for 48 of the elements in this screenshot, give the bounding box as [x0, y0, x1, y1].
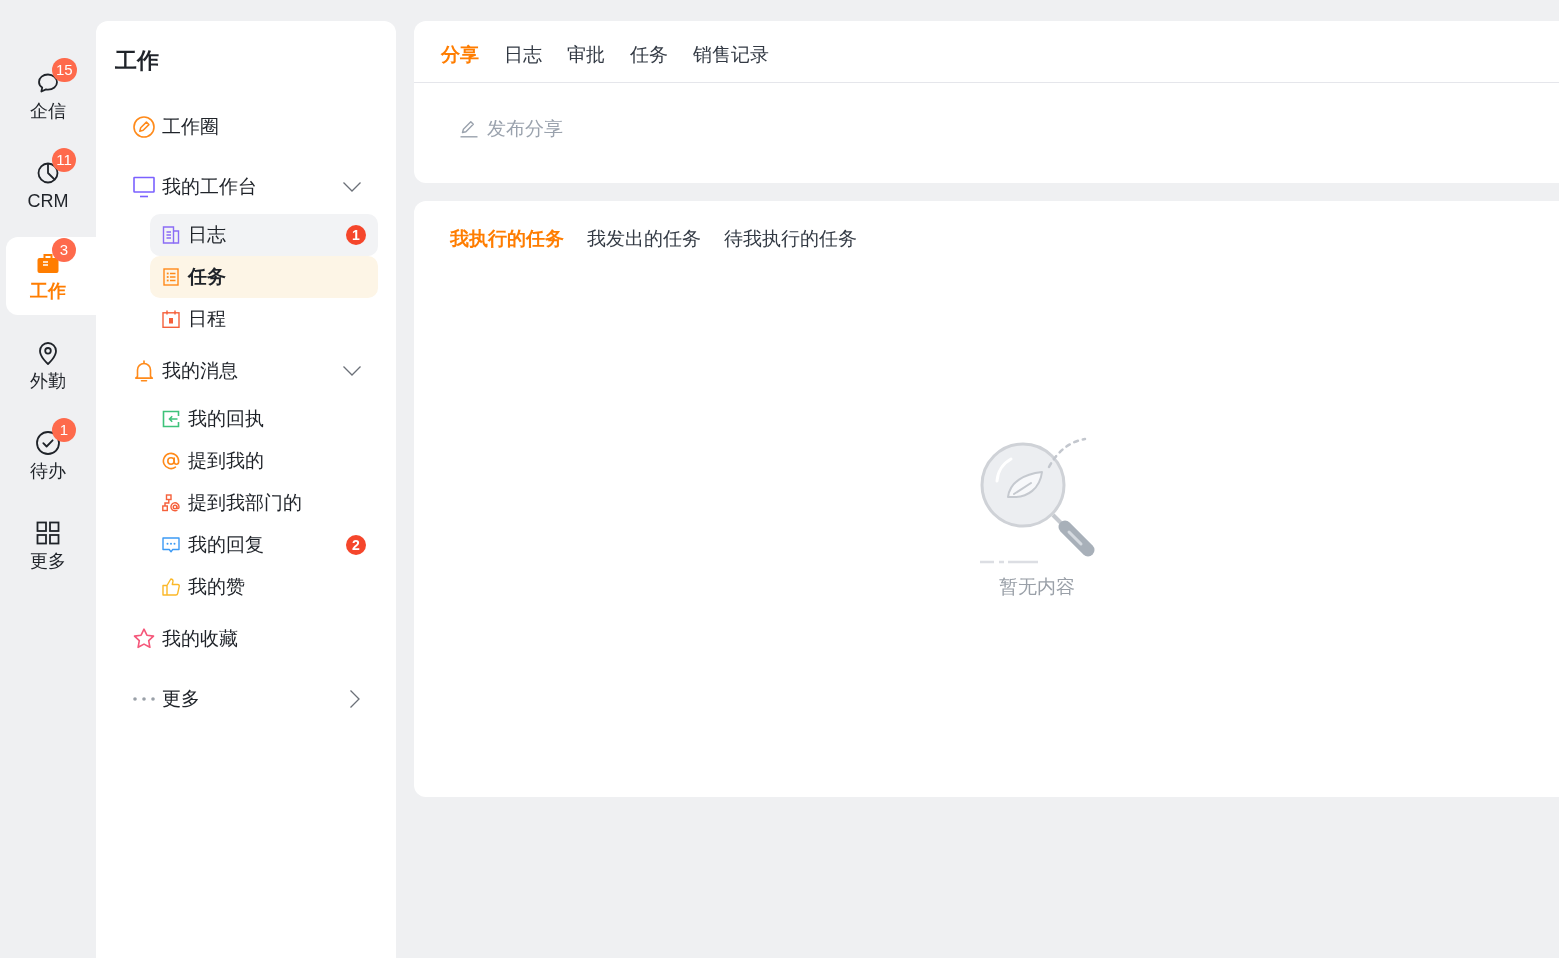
- count-badge: 1: [346, 225, 366, 245]
- more-dots-icon: [133, 697, 155, 701]
- sidebar-title: 工作: [115, 47, 160, 75]
- return-arrow-icon: [162, 410, 180, 428]
- sidebar-subitem[interactable]: 提到我部门的: [150, 482, 378, 524]
- calendar-icon: [162, 310, 180, 328]
- star-icon: [133, 628, 155, 650]
- grid-icon: [35, 520, 61, 546]
- rail-nav-item[interactable]: 外勤: [6, 327, 96, 405]
- sidebar-item[interactable]: 我的消息: [114, 349, 378, 393]
- count-badge: 11: [52, 148, 76, 172]
- rail-nav-item[interactable]: 更多: [6, 507, 96, 585]
- sidebar-item[interactable]: 更多: [114, 677, 378, 721]
- tab[interactable]: 销售记录: [693, 42, 769, 67]
- org-chart-at-icon: [162, 494, 180, 512]
- sidebar-subitem[interactable]: 我的回复 2: [150, 524, 378, 566]
- rail-nav-item[interactable]: 15 企信: [6, 57, 96, 135]
- sidebar-subitem[interactable]: 任务: [150, 256, 378, 298]
- sidebar-subitem[interactable]: 我的回执: [150, 398, 378, 440]
- empty-state-text: 暂无内容: [998, 575, 1075, 599]
- sidebar-subitem[interactable]: 我的赞: [150, 566, 378, 608]
- pencil-icon: [460, 120, 478, 138]
- sidebar-subitem[interactable]: 日程: [150, 298, 378, 340]
- at-sign-icon: [162, 452, 180, 470]
- list-icon: [162, 268, 180, 286]
- bell-icon: [133, 360, 155, 382]
- sidebar-item[interactable]: 我的收藏: [114, 617, 378, 661]
- check-circle-icon: [35, 430, 61, 456]
- pencil-circle-icon: [133, 116, 155, 138]
- document-icon: [162, 226, 180, 244]
- sidebar-item[interactable]: 工作圈: [114, 105, 378, 149]
- monitor-icon: [133, 176, 155, 198]
- tab[interactable]: 任务: [630, 42, 668, 67]
- rail-nav-item[interactable]: 1 待办: [6, 417, 96, 495]
- chat-bubble-icon: [162, 536, 180, 554]
- tab[interactable]: 我发出的任务: [587, 227, 701, 251]
- sidebar-subitem[interactable]: 提到我的: [150, 440, 378, 482]
- tab[interactable]: 待我执行的任务: [724, 227, 857, 251]
- tab[interactable]: 审批: [567, 42, 605, 67]
- rail-nav-item[interactable]: 11 CRM: [6, 147, 96, 225]
- count-badge: 15: [52, 58, 77, 82]
- sidebar-subitem[interactable]: 日志 1: [150, 214, 378, 256]
- sidebar-item[interactable]: 我的工作台: [114, 165, 378, 209]
- tab[interactable]: 日志: [504, 42, 542, 67]
- count-badge: 1: [52, 418, 76, 442]
- count-badge: 2: [346, 535, 366, 555]
- thumbs-up-icon: [162, 578, 180, 596]
- count-badge: 3: [52, 238, 76, 262]
